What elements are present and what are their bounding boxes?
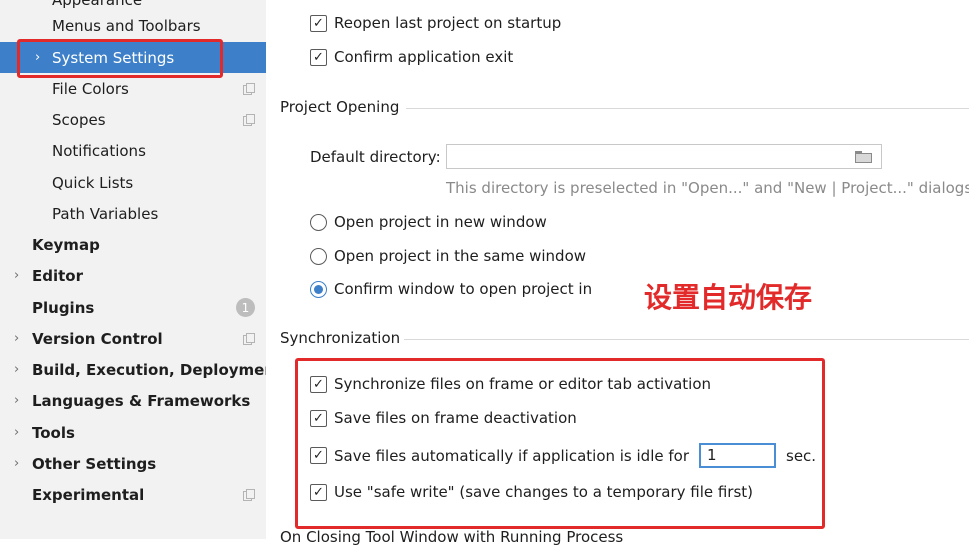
sidebar-item-label: Plugins <box>32 298 95 317</box>
chevron-right-icon[interactable]: › <box>14 393 24 408</box>
sidebar-item-label: Keymap <box>32 235 100 254</box>
sidebar-item-label: Languages & Frameworks <box>32 391 251 410</box>
confirm-exit-checkbox[interactable]: ✓ <box>310 48 327 66</box>
reopen-last-project-option[interactable]: ✓ Reopen last project on startup <box>310 14 561 32</box>
section-divider <box>404 339 969 340</box>
annotation-highlight-sidebar <box>17 39 223 78</box>
section-title-text: Project Opening <box>280 98 400 116</box>
annotation-text: 设置自动保存 <box>644 281 813 314</box>
sidebar-item-experimental[interactable]: Experimental <box>0 479 266 510</box>
sidebar-item-path-variables[interactable]: Path Variables <box>0 198 266 229</box>
open-same-window-radio[interactable] <box>310 247 327 265</box>
sidebar-item-notifications[interactable]: Notifications <box>0 135 266 166</box>
confirm-exit-label: Confirm application exit <box>334 48 514 66</box>
open-new-window-label: Open project in new window <box>334 213 547 231</box>
chevron-right-icon[interactable]: › <box>14 331 24 346</box>
open-new-window-option[interactable]: Open project in new window <box>310 213 547 231</box>
reopen-last-project-label: Reopen last project on startup <box>334 14 562 32</box>
folder-icon[interactable] <box>855 151 873 163</box>
sidebar-item-label: File Colors <box>52 79 129 98</box>
sidebar-item-label: Notifications <box>52 141 146 160</box>
sidebar-item-languages-frameworks[interactable]: › Languages & Frameworks <box>0 385 266 416</box>
sidebar-item-label: Experimental <box>32 485 145 504</box>
sidebar-item-plugins[interactable]: Plugins 1 <box>0 292 266 323</box>
sidebar-item-label: Tools <box>32 423 75 442</box>
sidebar-item-label: Appearance <box>52 0 142 9</box>
next-section-title-partial: On Closing Tool Window with Running Proc… <box>280 528 623 546</box>
default-directory-label-text: Default directory: <box>310 148 441 166</box>
sidebar-item-label: Version Control <box>32 329 163 348</box>
annotation-highlight-sync <box>295 358 825 529</box>
sidebar-item-keymap[interactable]: Keymap <box>0 229 266 260</box>
section-title-text: On Closing Tool Window with Running Proc… <box>280 528 624 546</box>
chevron-right-icon[interactable]: › <box>14 456 24 471</box>
confirm-window-option[interactable]: Confirm window to open project in <box>310 280 592 298</box>
sidebar-item-quick-lists[interactable]: Quick Lists <box>0 167 266 198</box>
confirm-exit-option[interactable]: ✓ Confirm application exit <box>310 48 513 66</box>
open-new-window-radio[interactable] <box>310 213 327 231</box>
open-same-window-label: Open project in the same window <box>334 247 587 265</box>
project-opening-section-title: Project Opening <box>280 98 399 116</box>
project-level-icon <box>243 83 255 95</box>
chevron-right-icon[interactable]: › <box>14 362 24 377</box>
open-same-window-option[interactable]: Open project in the same window <box>310 247 586 265</box>
sidebar-item-label: Path Variables <box>52 204 159 223</box>
confirm-window-label: Confirm window to open project in <box>334 280 593 298</box>
project-level-icon <box>243 114 255 126</box>
section-divider <box>406 108 969 109</box>
sidebar-item-menus-toolbars[interactable]: Menus and Toolbars <box>0 10 266 41</box>
chevron-right-icon[interactable]: › <box>14 268 24 283</box>
settings-sidebar: Appearance Menus and Toolbars › System S… <box>0 0 266 539</box>
confirm-window-radio[interactable] <box>310 280 327 298</box>
chevron-right-icon[interactable]: › <box>14 425 24 440</box>
synchronization-section-title: Synchronization <box>280 329 400 347</box>
project-level-icon <box>243 489 255 501</box>
sidebar-item-label: Quick Lists <box>52 173 134 192</box>
sidebar-item-tools[interactable]: › Tools <box>0 417 266 448</box>
default-directory-input[interactable] <box>446 144 882 169</box>
sidebar-item-label: Menus and Toolbars <box>52 16 201 35</box>
sidebar-item-version-control[interactable]: › Version Control <box>0 323 266 354</box>
sidebar-item-label: Build, Execution, Deployment <box>32 360 266 379</box>
sidebar-item-label: Scopes <box>52 110 106 129</box>
updates-count-badge: 1 <box>236 298 255 317</box>
section-title-text: Synchronization <box>280 329 401 347</box>
sidebar-item-build-execution-deployment[interactable]: › Build, Execution, Deployment <box>0 354 266 385</box>
reopen-last-project-checkbox[interactable]: ✓ <box>310 14 327 32</box>
sidebar-item-label: Editor <box>32 266 83 285</box>
sidebar-item-other-settings[interactable]: › Other Settings <box>0 448 266 479</box>
project-level-icon <box>243 333 255 345</box>
sidebar-item-editor[interactable]: › Editor <box>0 260 266 291</box>
sidebar-item-scopes[interactable]: Scopes <box>0 104 266 135</box>
default-directory-hint: This directory is preselected in "Open..… <box>446 179 969 197</box>
default-directory-label: Default directory: <box>310 148 441 166</box>
sidebar-item-label: Other Settings <box>32 454 157 473</box>
